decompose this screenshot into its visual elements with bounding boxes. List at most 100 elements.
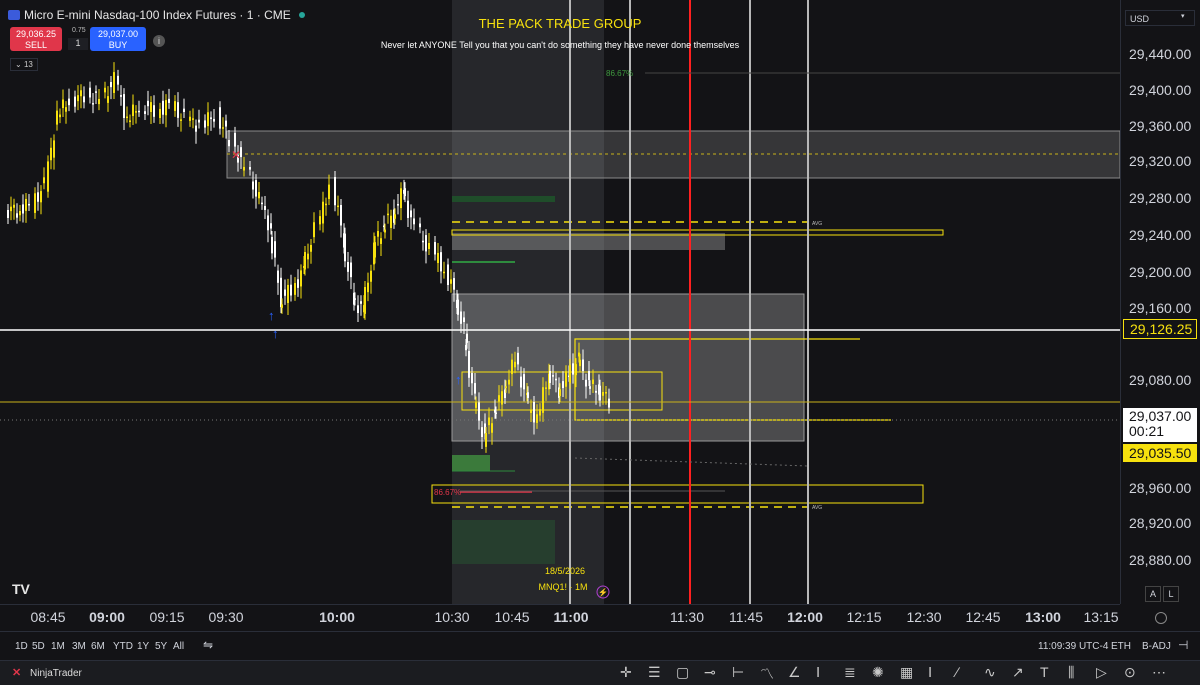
time-tick-label: 11:30 xyxy=(670,609,704,625)
candle-body xyxy=(485,433,487,447)
range-button-6m[interactable]: 6M xyxy=(91,641,105,652)
grid-icon[interactable]: ⵏ xyxy=(928,664,932,681)
candle-body xyxy=(234,132,236,147)
candle-body xyxy=(354,298,356,300)
range-button-1m[interactable]: 1M xyxy=(51,641,65,652)
candle-body xyxy=(59,114,61,118)
range-button-1d[interactable]: 1D xyxy=(15,641,28,652)
candle-body xyxy=(605,392,607,394)
candle-body xyxy=(62,99,64,109)
range-button-all[interactable]: All xyxy=(173,641,184,652)
price-chart[interactable]: ↑ ↑ ↑ ✕ 86.67% 86.67% AVG AVG 18/5/2026 … xyxy=(0,0,1120,604)
pattern-icon[interactable]: ▦ xyxy=(900,664,913,681)
price-tick-label: 28,920.00 xyxy=(1129,515,1192,531)
candle-body xyxy=(357,305,359,313)
price-axis[interactable]: USD ▾ 29,440.00 29,400.00 29,360.00 29,320.… xyxy=(1120,0,1200,604)
range-button-ytd[interactable]: YTD xyxy=(113,641,133,652)
range-button-5d[interactable]: 5D xyxy=(32,641,45,652)
more-icon[interactable]: ⋯ xyxy=(1152,664,1166,681)
candle-body xyxy=(177,102,179,118)
candle-body xyxy=(514,361,516,368)
brand-name: NinjaTrader xyxy=(30,668,82,679)
tradingview-logo: TV xyxy=(12,581,31,597)
candle-body xyxy=(222,127,224,129)
candle-body xyxy=(180,119,182,121)
candle-body xyxy=(120,95,122,97)
path-icon[interactable]: 〽 xyxy=(760,664,774,684)
text-tool-icon[interactable]: Ⅰ xyxy=(816,664,820,681)
volume-icon[interactable]: ▷ xyxy=(1096,664,1107,681)
indicator-count: 13 xyxy=(23,60,33,69)
candle-body xyxy=(422,240,424,243)
text-icon[interactable]: ⫼ xyxy=(1068,664,1074,681)
indicators-toggle[interactable]: ⌄ 13 xyxy=(10,58,38,71)
candle-body xyxy=(517,352,519,365)
candle-body xyxy=(592,379,594,384)
range-button-1y[interactable]: 1Y xyxy=(137,641,149,652)
time-tick-label: 09:15 xyxy=(149,609,185,625)
candle-body xyxy=(168,98,170,103)
candle-body xyxy=(126,116,128,119)
candle-body xyxy=(569,364,571,383)
ray-icon[interactable]: ⊸ xyxy=(704,664,716,681)
candle-body xyxy=(271,236,273,254)
channel-icon[interactable]: ↗ xyxy=(1012,664,1024,681)
candle-body xyxy=(192,118,194,120)
candle-body xyxy=(123,94,125,118)
arrow-icon[interactable]: T xyxy=(1040,664,1049,680)
adjust-icon[interactable]: ⊣ xyxy=(1178,638,1188,652)
candle-body xyxy=(508,379,510,385)
candle-body xyxy=(434,242,436,255)
adjustment-toggle[interactable]: B-ADJ xyxy=(1142,641,1171,652)
time-tick-label: 09:00 xyxy=(89,609,125,625)
time-axis[interactable]: 08:45 09:00 09:15 09:30 10:00 10:30 10:45 11:00… xyxy=(0,604,1120,631)
candle-body xyxy=(252,181,254,190)
range-button-3m[interactable]: 3M xyxy=(72,641,86,652)
date-range-icon[interactable]: ⇋ xyxy=(203,638,213,652)
candle-body xyxy=(95,91,97,93)
candle-body xyxy=(207,112,209,127)
candle-body xyxy=(437,252,439,263)
candle-body xyxy=(183,108,185,113)
price-tick-label: 29,280.00 xyxy=(1129,190,1192,206)
green-box-low xyxy=(452,520,555,564)
range-button-5y[interactable]: 5Y xyxy=(155,641,167,652)
measure-icon[interactable]: ⊢ xyxy=(732,664,744,681)
gann-icon[interactable]: ✺ xyxy=(872,664,884,681)
candle-body xyxy=(334,177,336,206)
axis-settings-icon[interactable] xyxy=(1155,612,1167,624)
price-tick-label: 29,080.00 xyxy=(1129,372,1192,388)
time-tick-label: 12:45 xyxy=(965,609,1001,625)
time-tick-label: 10:00 xyxy=(319,609,355,625)
candle-body xyxy=(322,201,324,224)
replay-icon[interactable]: ⊙ xyxy=(1124,664,1136,681)
candle-body xyxy=(380,238,382,244)
trend-line-icon[interactable]: ∿ xyxy=(984,664,996,681)
clock-readout[interactable]: 11:09:39 UTC-4 xyxy=(1038,641,1108,652)
brush-icon[interactable]: ∠ xyxy=(788,664,801,681)
candle-body xyxy=(450,279,452,284)
vertical-line-icon[interactable]: ∕ xyxy=(956,664,958,680)
candle-body xyxy=(511,359,513,375)
candle-body xyxy=(129,120,131,122)
candle-body xyxy=(267,215,269,231)
rectangle-icon[interactable]: ▢ xyxy=(676,664,689,681)
candle-body xyxy=(255,180,257,197)
candle-body xyxy=(274,241,276,258)
candle-body xyxy=(290,284,292,296)
session-toggle[interactable]: ETH xyxy=(1111,641,1131,652)
candle-body xyxy=(530,409,532,413)
candle-body xyxy=(117,75,119,85)
candle-body xyxy=(22,204,24,214)
fib-icon[interactable]: ≣ xyxy=(844,664,856,681)
candle-body xyxy=(602,391,604,396)
pct-label-bottom: 86.67% xyxy=(434,488,461,497)
log-scale-button[interactable]: L xyxy=(1163,586,1179,602)
auto-scale-button[interactable]: A xyxy=(1145,586,1161,602)
range-bar: 1D 5D 1M 3M 6M YTD 1Y 5Y All ⇋ 11:09:39 UTC-4 ET… xyxy=(0,631,1200,660)
time-tick-label: 10:30 xyxy=(434,609,470,625)
candle-body xyxy=(307,253,309,260)
crosshair-icon[interactable]: ✛ xyxy=(620,664,632,681)
candle-body xyxy=(559,389,561,396)
horizontal-lines-icon[interactable]: ☰ xyxy=(648,664,661,681)
